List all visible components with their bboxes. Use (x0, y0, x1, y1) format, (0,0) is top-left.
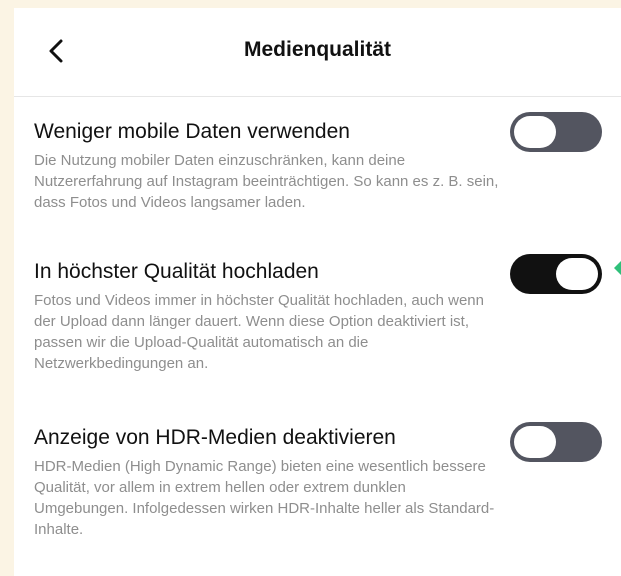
setting-less-mobile-data: Weniger mobile Daten verwenden Die Nutzu… (34, 120, 504, 213)
header-bar: Medienqualität (14, 8, 621, 97)
setting-label: In höchster Qualität hochladen (34, 260, 319, 283)
setting-description: HDR-Medien (High Dynamic Range) bieten e… (34, 458, 495, 538)
less-mobile-data-toggle[interactable] (510, 112, 602, 152)
toggle-knob (514, 426, 556, 458)
settings-screen: Medienqualität Weniger mobile Daten verw… (14, 8, 621, 576)
setting-description: Die Nutzung mobiler Daten einzuschränken… (34, 152, 499, 211)
setting-description: Fotos und Videos immer in höchster Quali… (34, 292, 484, 372)
setting-label: Weniger mobile Daten verwenden (34, 120, 350, 143)
pointer-arrow-icon (614, 254, 621, 282)
page-title: Medienqualität (243, 38, 391, 61)
setting-highest-quality-upload: In höchster Qualität hochladen Fotos und… (34, 260, 504, 374)
disable-hdr-toggle[interactable] (510, 422, 602, 462)
toggle-knob (514, 116, 556, 148)
highest-quality-upload-toggle[interactable] (510, 254, 602, 294)
toggle-knob (556, 258, 598, 290)
setting-disable-hdr: Anzeige von HDR-Medien deaktivieren HDR-… (34, 426, 504, 540)
setting-label: Anzeige von HDR-Medien deaktivieren (34, 426, 396, 449)
